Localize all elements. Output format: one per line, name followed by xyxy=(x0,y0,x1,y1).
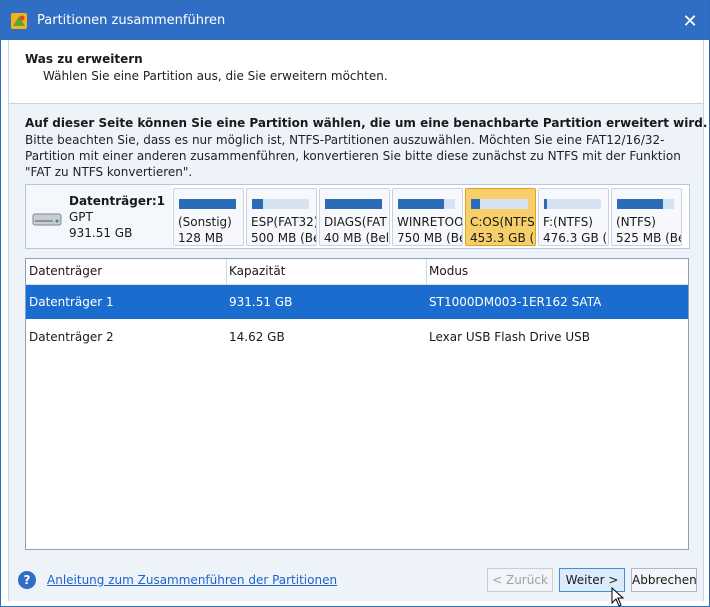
disk-type: GPT xyxy=(69,210,93,224)
partition-label: F:(NTFS) xyxy=(543,215,593,229)
usage-bar xyxy=(325,199,382,209)
usage-bar xyxy=(471,199,480,209)
app-icon xyxy=(11,13,27,29)
partition-size: 128 MB xyxy=(178,231,224,245)
intro-heading: Auf dieser Seite können Sie eine Partiti… xyxy=(25,116,708,130)
merge-partitions-dialog: Partitionen zusammenführen ✕ Was zu erwe… xyxy=(0,0,710,607)
partition-block[interactable]: WINRETOO 750 MB (Be xyxy=(392,188,463,246)
partition-block-selected[interactable]: C:OS(NTFS 453.3 GB (I xyxy=(465,188,536,246)
table-header: Datenträger Kapazität Modus xyxy=(26,259,688,285)
cell-capacity: 931.51 GB xyxy=(229,295,293,309)
column-header-capacity[interactable]: Kapazität xyxy=(226,259,427,284)
header-subtitle: Wählen Sie eine Partition aus, die Sie e… xyxy=(43,69,388,83)
column-header-mode[interactable]: Modus xyxy=(426,259,687,284)
intro-note: Bitte beachten Sie, dass es nur möglich … xyxy=(25,133,681,179)
disk-map: Datenträger:1 GPT 931.51 GB (Sonstig) 12… xyxy=(25,184,690,249)
partition-size: 500 MB (Be xyxy=(251,231,317,245)
cell-mode: Lexar USB Flash Drive USB xyxy=(429,330,590,344)
disk-header[interactable]: Datenträger:1 GPT 931.51 GB xyxy=(26,185,172,248)
header-title: Was zu erweitern xyxy=(25,52,143,66)
help-link[interactable]: Anleitung zum Zusammenführen der Partiti… xyxy=(47,573,337,587)
title-bar[interactable]: Partitionen zusammenführen ✕ xyxy=(1,1,709,40)
partition-block[interactable]: DIAGS(FAT 40 MB (Bel xyxy=(319,188,390,246)
column-header-disk[interactable]: Datenträger xyxy=(26,259,227,284)
partition-size: 525 MB (Be xyxy=(616,231,682,245)
wizard-header: Was zu erweitern Wählen Sie eine Partiti… xyxy=(8,40,704,103)
wizard-footer: ? Anleitung zum Zusammenführen der Parti… xyxy=(8,559,704,601)
cell-mode: ST1000DM003-1ER162 SATA xyxy=(429,295,602,309)
partition-size: 453.3 GB (I xyxy=(470,231,536,245)
partition-label: C:OS(NTFS xyxy=(470,215,535,229)
hard-drive-icon xyxy=(32,213,62,226)
window-title: Partitionen zusammenführen xyxy=(37,13,226,28)
cell-capacity: 14.62 GB xyxy=(229,330,285,344)
table-row[interactable]: Datenträger 2 14.62 GB Lexar USB Flash D… xyxy=(26,320,688,354)
usage-bar xyxy=(398,199,444,209)
mouse-cursor-icon xyxy=(611,587,625,607)
partition-size: 40 MB (Bel xyxy=(324,231,390,245)
partition-label: DIAGS(FAT xyxy=(324,215,387,229)
partition-block[interactable]: ESP(FAT32) 500 MB (Be xyxy=(246,188,317,246)
partition-label: ESP(FAT32) xyxy=(251,215,317,229)
table-row[interactable]: Datenträger 1 931.51 GB ST1000DM003-1ER1… xyxy=(26,285,688,319)
partition-label: WINRETOO xyxy=(397,215,463,229)
disk-table: Datenträger Kapazität Modus Datenträger … xyxy=(25,258,689,550)
back-button[interactable]: < Zurück xyxy=(487,568,553,592)
partition-block[interactable]: F:(NTFS) 476.3 GB (B xyxy=(538,188,609,246)
wizard-body: Auf dieser Seite können Sie eine Partiti… xyxy=(8,103,708,560)
cancel-button[interactable]: Abbrechen xyxy=(631,568,697,592)
partition-size: 750 MB (Be xyxy=(397,231,463,245)
close-icon[interactable]: ✕ xyxy=(677,9,703,35)
partition-label: (Sonstig) xyxy=(178,215,232,229)
partition-block[interactable]: (NTFS) 525 MB (Be xyxy=(611,188,682,246)
partition-size: 476.3 GB (B xyxy=(543,231,609,245)
partition-label: (NTFS) xyxy=(616,215,656,229)
cell-disk: Datenträger 2 xyxy=(29,330,114,344)
partition-block[interactable]: (Sonstig) 128 MB xyxy=(173,188,244,246)
usage-bar xyxy=(544,199,547,209)
help-icon[interactable]: ? xyxy=(18,571,36,589)
cell-disk: Datenträger 1 xyxy=(29,295,114,309)
usage-bar xyxy=(252,199,263,209)
disk-size: 931.51 GB xyxy=(69,226,133,240)
usage-bar xyxy=(179,199,236,209)
usage-bar xyxy=(617,199,663,209)
disk-name: Datenträger:1 xyxy=(69,194,166,208)
